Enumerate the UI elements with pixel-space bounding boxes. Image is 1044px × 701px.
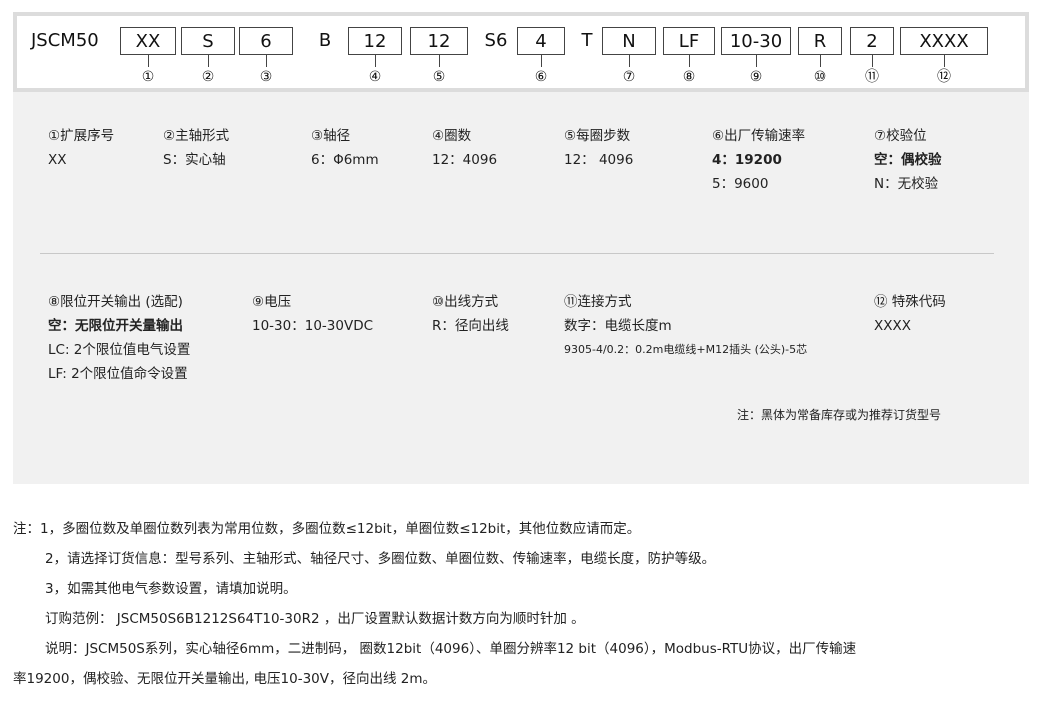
- field-block: ⑨电压 10-30：10-30VDC: [252, 290, 373, 338]
- segment-number: ②: [201, 69, 215, 85]
- segment-leader-line: [375, 55, 376, 67]
- segment-number: ⑥: [534, 69, 548, 85]
- field-block: ②主轴形式 S：实心轴: [163, 124, 229, 172]
- segment-leader-line: [944, 55, 945, 67]
- field-value: 10-30：10-30VDC: [252, 318, 374, 334]
- field-title: ②主轴形式: [163, 128, 230, 144]
- note-line: 注：1，多圈位数及单圈位数列表为常用位数，多圈位数≤12bit，单圈位数≤12b…: [13, 521, 641, 537]
- row-divider: [40, 253, 994, 254]
- field-title: ⑩出线方式: [432, 294, 499, 310]
- field-title: ⑧限位开关输出 (选配): [48, 294, 183, 310]
- ordering-notes: 注：1，多圈位数及单圈位数列表为常用位数，多圈位数≤12bit，单圈位数≤12b…: [13, 514, 1033, 694]
- segment-number: ①: [141, 69, 155, 85]
- field-value: N：无校验: [874, 176, 939, 192]
- field-value: 空：无限位开关量输出: [48, 318, 183, 334]
- segment-leader-line: [266, 55, 267, 67]
- segment-number: ③: [259, 69, 273, 85]
- stock-note: 注：黑体为常备库存或为推荐订货型号: [737, 408, 942, 422]
- segment-number: ⑧: [682, 69, 696, 85]
- segment-leader-line: [820, 55, 821, 67]
- segment-leader-line: [148, 55, 149, 67]
- field-title: ④圈数: [432, 128, 472, 144]
- field-title: ⑨电压: [252, 294, 292, 310]
- segment-leader-line: [541, 55, 542, 67]
- field-block: ⑧限位开关输出 (选配) 空：无限位开关量输出 LC: 2个限位值电气设置 LF: 2…: [48, 290, 190, 386]
- segment-number: ⑨: [749, 69, 763, 85]
- field-value: R：径向出线: [432, 318, 509, 334]
- segment-leader-line: [689, 55, 690, 67]
- segment-leader-line: [756, 55, 757, 67]
- code-segment: 10-30: [721, 27, 791, 55]
- code-segment: N: [602, 27, 656, 55]
- field-block: ⑦校验位空：偶校验 N：无校验: [874, 124, 942, 196]
- field-block: ④圈数 12：4096: [432, 124, 497, 172]
- note-line: 3，如需其他电气参数设置，请填加说明。: [45, 581, 297, 597]
- field-value: 空：偶校验: [874, 152, 942, 168]
- field-block: ①扩展序号 XX: [48, 124, 114, 172]
- code-segment: 12: [348, 27, 402, 55]
- segment-leader-line: [439, 55, 440, 67]
- field-title: ⑤每圈步数: [564, 128, 631, 144]
- field-value: LF: 2个限位值命令设置: [48, 366, 188, 382]
- field-value: 12：4096: [432, 152, 498, 168]
- field-title: ①扩展序号: [48, 128, 115, 144]
- code-segment: S: [181, 27, 235, 55]
- segment-leader-line: [872, 55, 873, 67]
- field-title: ⑪连接方式: [564, 294, 632, 310]
- field-description-panel: ①扩展序号 XX ②主轴形式 S：实心轴 ③轴径 6：Φ6mm ④圈数 12：4096 ⑤每圈步…: [13, 92, 1029, 484]
- code-segment: XX: [120, 27, 176, 55]
- field-value: 9305-4/0.2：0.2m电缆线+M12插头 (公头)-5芯: [564, 343, 808, 356]
- field-title: ⑫ 特殊代码: [874, 294, 946, 310]
- field-value: 5：9600: [712, 176, 769, 192]
- field-block: ③轴径 6：Φ6mm: [311, 124, 379, 172]
- segment-number: ⑤: [432, 69, 446, 85]
- field-value: LC: 2个限位值电气设置: [48, 342, 191, 358]
- field-value: 数字：电缆长度m: [564, 318, 672, 334]
- code-segment: 2: [850, 27, 894, 55]
- note-line: 2，请选择订货信息：型号系列、主轴形式、轴径尺寸、多圈位数、单圈位数、传输速率，…: [45, 551, 716, 567]
- field-title: ⑥出厂传输速率: [712, 128, 806, 144]
- segment-number: ⑫: [937, 69, 951, 85]
- code-segment: XXXX: [900, 27, 988, 55]
- field-block: ⑤每圈步数 12： 4096: [564, 124, 633, 172]
- segment-number: ④: [368, 69, 382, 85]
- note-line: 订购范例： JSCM50S6B1212S64T10-30R2 ，出厂设置默认数据…: [45, 611, 585, 627]
- segment-leader-line: [629, 55, 630, 67]
- code-segment: LF: [663, 27, 715, 55]
- code-segment: R: [798, 27, 842, 55]
- segment-number: ⑪: [865, 69, 879, 85]
- code-segment: B: [318, 30, 332, 51]
- code-segment: S6: [484, 30, 508, 51]
- code-segment: T: [581, 30, 593, 51]
- field-value: 4：19200: [712, 152, 782, 168]
- field-block: ⑥出厂传输速率 4：19200 5：9600: [712, 124, 805, 196]
- field-block: ⑪连接方式数字：电缆长度m 9305-4/0.2：0.2m电缆线+M12插头 (公…: [564, 290, 807, 362]
- model-prefix: JSCM50: [31, 30, 99, 51]
- field-title: ⑦校验位: [874, 128, 927, 144]
- field-block: ⑩出线方式 R：径向出线: [432, 290, 509, 338]
- segment-leader-line: [208, 55, 209, 67]
- part-number-code-bar: JSCM50 XX ① S ② 6 ③ B 12 ④ 12 ⑤ S6 4 ⑥ T N ⑦ LF ⑧ 10-30 ⑨ R ⑩ 2…: [13, 12, 1029, 92]
- field-title: ③轴径: [311, 128, 351, 144]
- segment-number: ⑦: [622, 69, 636, 85]
- field-value: 6：Φ6mm: [311, 152, 379, 168]
- field-block: ⑫ 特殊代码 XXXX: [874, 290, 946, 338]
- code-segment: 12: [410, 27, 468, 55]
- code-segment: 4: [517, 27, 565, 55]
- note-line: 率19200，偶校验、无限位开关量输出, 电压10-30V，径向出线 2m。: [13, 671, 437, 687]
- code-segment: 6: [239, 27, 293, 55]
- field-value: 12： 4096: [564, 152, 634, 168]
- field-value: S：实心轴: [163, 152, 226, 168]
- field-value: XXXX: [874, 318, 911, 334]
- field-value: XX: [48, 152, 67, 168]
- note-line: 说明：JSCM50S系列，实心轴径6mm，二进制码， 圈数12bit（4096）…: [45, 641, 857, 657]
- segment-number: ⑩: [813, 69, 827, 85]
